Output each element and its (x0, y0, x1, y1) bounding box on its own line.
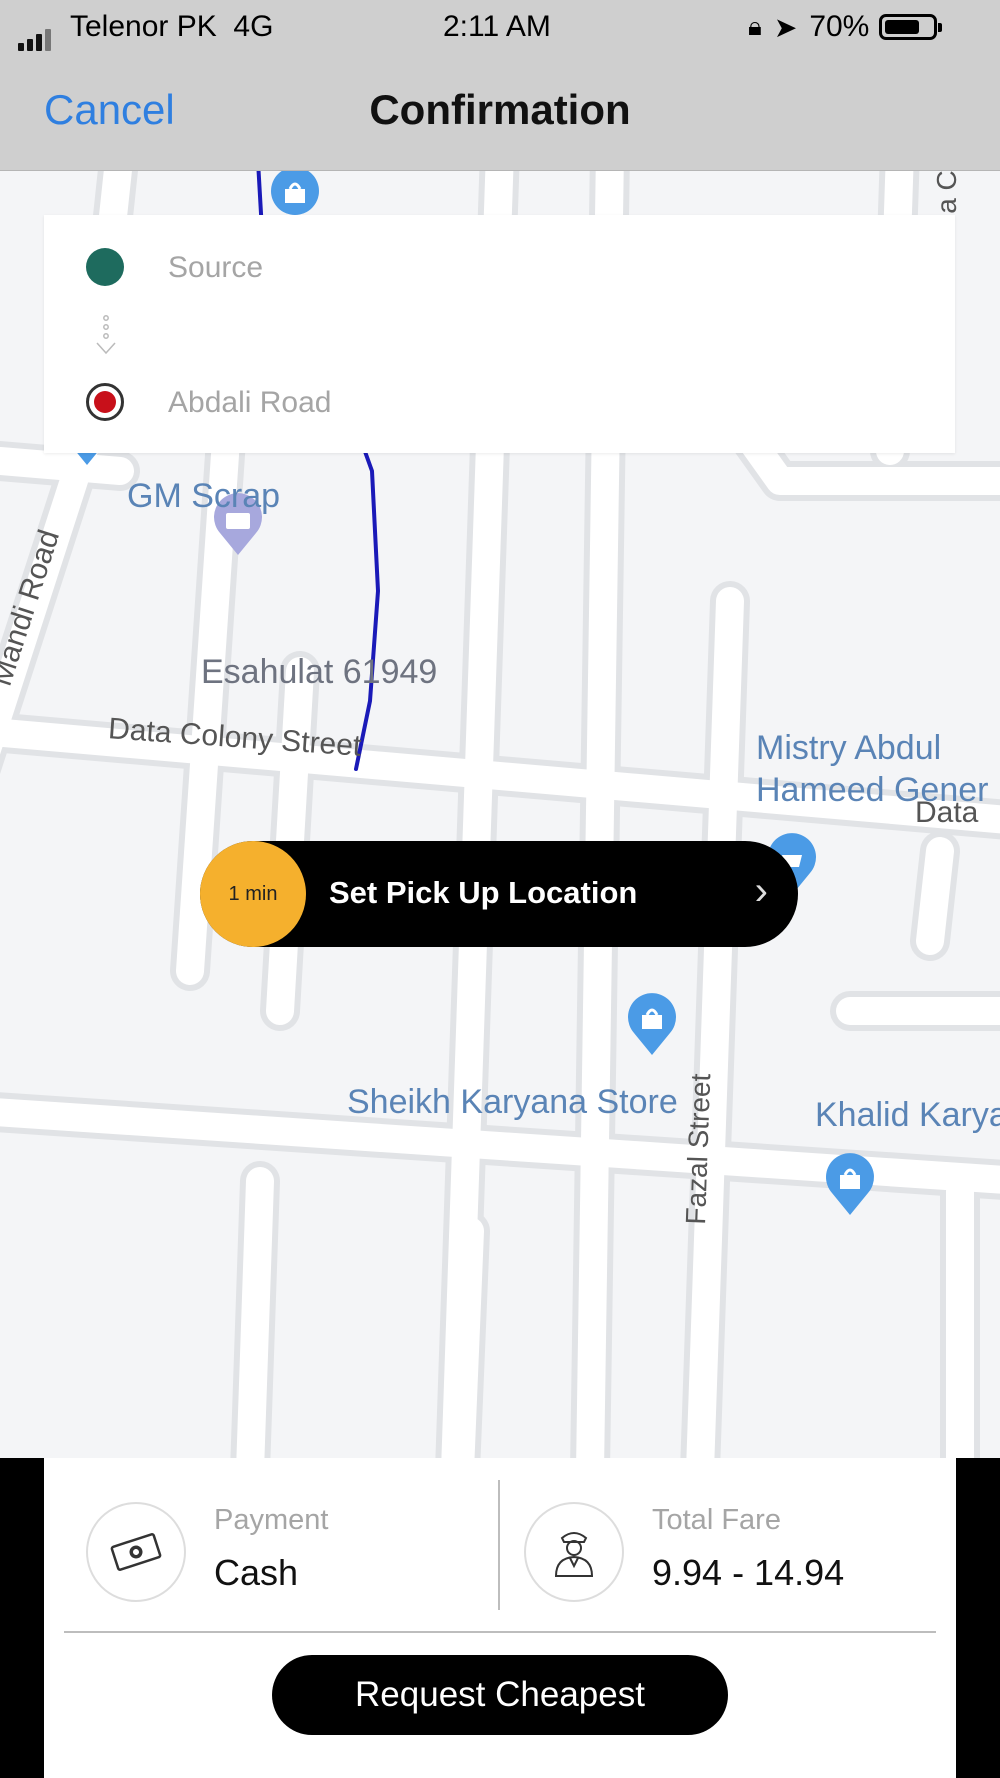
eta-badge: 1 min (200, 841, 306, 947)
source-dot-icon (86, 248, 124, 286)
driver-icon (554, 1532, 594, 1577)
booking-panel: Payment Cash Total Fare 9.94 - 14.94 Req… (44, 1458, 956, 1778)
clock: 2:11 AM (443, 10, 551, 43)
carrier-label: Telenor PK (70, 10, 217, 43)
nav-bar: Cancel Confirmation (0, 56, 1000, 171)
status-bar: Telenor PK 4G 2:11 AM 🔒︎ ➤ 70% (0, 0, 1000, 56)
horizontal-divider (64, 1631, 936, 1633)
poi-sheikh-karyana[interactable]: Sheikh Karyana Store (347, 1083, 678, 1122)
payment-value: Cash (214, 1552, 299, 1593)
location-arrow-icon: ➤ (773, 11, 798, 43)
poi-esahulat[interactable]: Esahulat 61949 (201, 653, 437, 692)
street-edge-top: a C (930, 171, 962, 214)
fare-value: 9.94 - 14.94 (652, 1552, 845, 1593)
street-fazal: Fazal Street (680, 1073, 717, 1226)
signal-icon (18, 17, 54, 51)
network-type: 4G (233, 10, 274, 43)
source-field[interactable]: Source (168, 251, 263, 285)
battery-icon (879, 14, 943, 40)
destination-field[interactable]: Abdali Road (168, 386, 331, 420)
set-pickup-label: Set Pick Up Location (329, 875, 638, 910)
route-dotted-arrow-icon (96, 315, 116, 355)
fare-label: Total Fare (652, 1504, 781, 1536)
rotation-lock-icon: 🔒︎ (748, 11, 762, 41)
request-cheapest-button[interactable]: Request Cheapest (272, 1655, 728, 1735)
poi-mistry-abdul[interactable]: Mistry Abdul Hameed Gener (756, 727, 988, 811)
payment-method-button[interactable] (86, 1502, 186, 1602)
route-card: Source Abdali Road (44, 215, 955, 453)
fare-info-button[interactable] (524, 1502, 624, 1602)
poi-mistry-line2: Hameed Gener (756, 771, 989, 809)
poi-mistry-line1: Mistry Abdul (756, 729, 942, 767)
destination-dot-icon (86, 383, 124, 421)
carrier-name: Telenor PK 4G (70, 10, 273, 44)
payment-label: Payment (214, 1504, 329, 1536)
cash-icon (110, 1533, 162, 1571)
status-right: 🔒︎ ➤ 70% (748, 10, 943, 44)
page-title: Confirmation (369, 86, 631, 133)
chevron-right-icon: › (754, 869, 768, 913)
battery-percent: 70% (809, 10, 870, 43)
vertical-divider (498, 1480, 500, 1610)
set-pickup-button[interactable]: 1 min Set Pick Up Location › (200, 841, 798, 947)
poi-gm-scrap[interactable]: GM Scrap (127, 477, 280, 516)
poi-khalid-karya[interactable]: Khalid Karya (815, 1096, 1000, 1135)
